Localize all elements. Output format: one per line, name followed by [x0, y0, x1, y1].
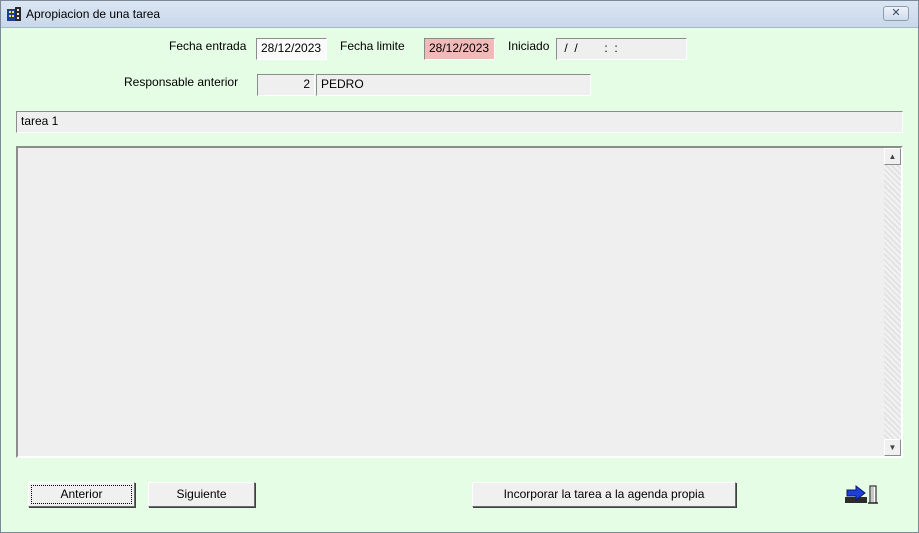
close-icon: ✕ [891, 7, 901, 19]
task-title-field[interactable]: tarea 1 [16, 111, 903, 133]
vertical-scrollbar[interactable]: ▲ ▼ [884, 148, 901, 456]
fecha-entrada-field[interactable]: 28/12/2023 [256, 38, 327, 60]
close-button[interactable]: ✕ [883, 6, 909, 21]
scroll-down-button[interactable]: ▼ [884, 439, 901, 456]
siguiente-button[interactable]: Siguiente [148, 482, 255, 507]
anterior-button[interactable]: Anterior [28, 482, 135, 507]
incorporar-button[interactable]: Incorporar la tarea a la agenda propia [472, 482, 736, 507]
scroll-up-button[interactable]: ▲ [884, 148, 901, 165]
app-building-icon [7, 7, 21, 21]
responsable-id-field[interactable]: 2 [257, 74, 315, 96]
responsable-anterior-label: Responsable anterior [124, 75, 239, 89]
fecha-limite-field[interactable]: 28/12/2023 [424, 38, 495, 60]
task-description-textarea[interactable]: ▲ ▼ [16, 146, 903, 458]
fecha-entrada-label: Fecha entrada [169, 39, 247, 53]
window-title: Apropiacion de una tarea [26, 7, 161, 21]
iniciado-field[interactable]: / / : : [556, 38, 687, 60]
exit-door-icon [845, 484, 878, 504]
fecha-limite-label: Fecha limite [340, 39, 405, 53]
title-bar[interactable]: Apropiacion de una tarea ✕ [1, 1, 918, 28]
responsable-name-field[interactable]: PEDRO [316, 74, 591, 96]
iniciado-label: Iniciado [508, 39, 550, 53]
exit-button[interactable] [844, 483, 880, 505]
task-window: Apropiacion de una tarea ✕ Fecha entrada… [0, 0, 919, 533]
